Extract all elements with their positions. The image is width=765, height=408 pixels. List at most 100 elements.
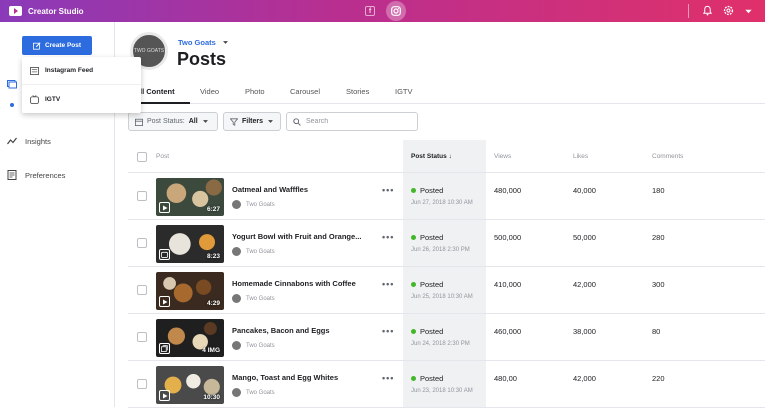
menu-item-instagram-feed[interactable]: Instagram Feed xyxy=(22,57,141,85)
filters-label: Filters xyxy=(241,118,263,125)
video-icon xyxy=(159,202,170,213)
likes-value: 42,000 xyxy=(573,374,596,383)
select-all-checkbox[interactable] xyxy=(137,152,147,162)
author-name: Two Goats xyxy=(246,295,275,302)
insights-icon[interactable] xyxy=(7,136,17,146)
table-row[interactable]: 8:23 Yogurt Bowl with Fruit and Orange..… xyxy=(128,220,765,267)
comments-value: 80 xyxy=(652,327,661,336)
creator-studio-logo-icon xyxy=(9,6,22,16)
row-checkbox[interactable] xyxy=(137,285,147,295)
carousel-icon xyxy=(159,343,170,354)
post-title[interactable]: Yogurt Bowl with Fruit and Orange... xyxy=(232,232,361,241)
post-thumbnail[interactable]: 4 IMG xyxy=(156,319,224,357)
bell-icon[interactable] xyxy=(702,3,713,21)
create-post-button[interactable]: Create Post xyxy=(22,36,92,55)
facebook-icon[interactable]: f xyxy=(365,6,375,16)
avatar xyxy=(232,200,241,209)
status-text: Posted xyxy=(420,186,444,195)
status-text: Posted xyxy=(420,280,444,289)
video-icon xyxy=(159,390,170,401)
status-badge: Posted xyxy=(411,327,443,336)
search-icon xyxy=(293,117,301,126)
column-header-likes[interactable]: Likes xyxy=(573,153,588,160)
column-header-comments[interactable]: Comments xyxy=(652,153,683,160)
pencil-icon xyxy=(32,41,41,50)
active-indicator xyxy=(10,103,14,107)
views-value: 410,000 xyxy=(494,280,522,289)
content-tabs: ll Content Video Photo Carousel Stories … xyxy=(115,82,765,104)
views-value: 460,000 xyxy=(494,327,522,336)
column-header-views[interactable]: Views xyxy=(494,153,511,160)
row-checkbox[interactable] xyxy=(137,379,147,389)
filters-button[interactable]: Filters xyxy=(223,112,281,131)
table-row[interactable]: 4 IMG Pancakes, Bacon and Eggs Two Goats… xyxy=(128,314,765,361)
status-dot xyxy=(411,376,416,381)
more-options-icon[interactable]: ••• xyxy=(382,185,394,195)
table-row[interactable]: 4:29 Homemade Cinnabons with Coffee Two … xyxy=(128,267,765,314)
table-row[interactable]: 10:30 Mango, Toast and Egg Whites Two Go… xyxy=(128,361,765,408)
post-date: Jun 23, 2018 10:30 AM xyxy=(411,388,473,394)
duration-badge: 8:23 xyxy=(206,253,220,260)
column-header-status[interactable]: Post Status ↓ xyxy=(411,153,452,160)
search-input[interactable] xyxy=(306,118,406,125)
page-selector[interactable]: Two Goats xyxy=(178,38,229,47)
status-text: Posted xyxy=(420,327,444,336)
page-title: Posts xyxy=(177,49,227,69)
more-options-icon[interactable]: ••• xyxy=(382,232,394,242)
column-header-post[interactable]: Post xyxy=(156,153,169,160)
preferences-icon[interactable] xyxy=(7,170,17,180)
tab-photo[interactable]: Photo xyxy=(245,87,265,96)
post-title[interactable]: Pancakes, Bacon and Eggs xyxy=(232,326,330,335)
create-post-label: Create Post xyxy=(44,42,82,49)
menu-item-igtv[interactable]: IGTV xyxy=(22,85,141,113)
calendar-icon xyxy=(135,118,143,126)
page-name: Two Goats xyxy=(178,38,216,47)
brand[interactable]: Creator Studio xyxy=(9,6,84,16)
more-options-icon[interactable]: ••• xyxy=(382,373,394,383)
chevron-down-icon[interactable] xyxy=(744,3,753,21)
comments-value: 300 xyxy=(652,280,665,289)
post-status-filter[interactable]: Post Status: All xyxy=(128,112,218,131)
author-name: Two Goats xyxy=(246,389,275,396)
menu-item-label: Instagram Feed xyxy=(45,67,94,74)
duration-badge: 10:30 xyxy=(203,394,220,401)
comments-value: 180 xyxy=(652,186,665,195)
tab-video[interactable]: Video xyxy=(200,87,219,96)
tab-stories[interactable]: Stories xyxy=(346,87,369,96)
duration-badge: 4:29 xyxy=(206,300,220,307)
status-badge: Posted xyxy=(411,374,443,383)
post-status-value: All xyxy=(188,118,198,125)
post-date: Jun 24, 2018 2:30 PM xyxy=(411,341,470,347)
content-library-icon[interactable] xyxy=(7,79,17,89)
post-author: Two Goats xyxy=(232,388,275,397)
status-dot xyxy=(411,235,416,240)
post-thumbnail[interactable]: 4:29 xyxy=(156,272,224,310)
tab-carousel[interactable]: Carousel xyxy=(290,87,320,96)
more-options-icon[interactable]: ••• xyxy=(382,279,394,289)
likes-value: 50,000 xyxy=(573,233,596,242)
tab-igtv[interactable]: IGTV xyxy=(395,87,413,96)
author-name: Two Goats xyxy=(246,342,275,349)
sidebar-item-preferences[interactable]: Preferences xyxy=(25,171,65,180)
row-checkbox[interactable] xyxy=(137,238,147,248)
instagram-icon[interactable] xyxy=(386,1,406,21)
post-date: Jun 27, 2018 10:30 AM xyxy=(411,200,473,206)
feed-icon xyxy=(30,66,39,75)
row-checkbox[interactable] xyxy=(137,332,147,342)
tab-all-content[interactable]: ll Content xyxy=(140,87,175,96)
post-title[interactable]: Homemade Cinnabons with Coffee xyxy=(232,279,356,288)
gear-icon[interactable] xyxy=(723,3,734,21)
post-title[interactable]: Oatmeal and Wafffles xyxy=(232,185,308,194)
sidebar-item-insights[interactable]: Insights xyxy=(25,137,51,146)
top-bar: Creator Studio f xyxy=(0,0,765,22)
post-thumbnail[interactable]: 6:27 xyxy=(156,178,224,216)
avatar xyxy=(232,388,241,397)
more-options-icon[interactable]: ••• xyxy=(382,326,394,336)
video-icon xyxy=(159,296,170,307)
post-title[interactable]: Mango, Toast and Egg Whites xyxy=(232,373,338,382)
post-thumbnail[interactable]: 10:30 xyxy=(156,366,224,404)
table-row[interactable]: 6:27 Oatmeal and Wafffles Two Goats ••• … xyxy=(128,173,765,220)
status-badge: Posted xyxy=(411,233,443,242)
row-checkbox[interactable] xyxy=(137,191,147,201)
post-thumbnail[interactable]: 8:23 xyxy=(156,225,224,263)
